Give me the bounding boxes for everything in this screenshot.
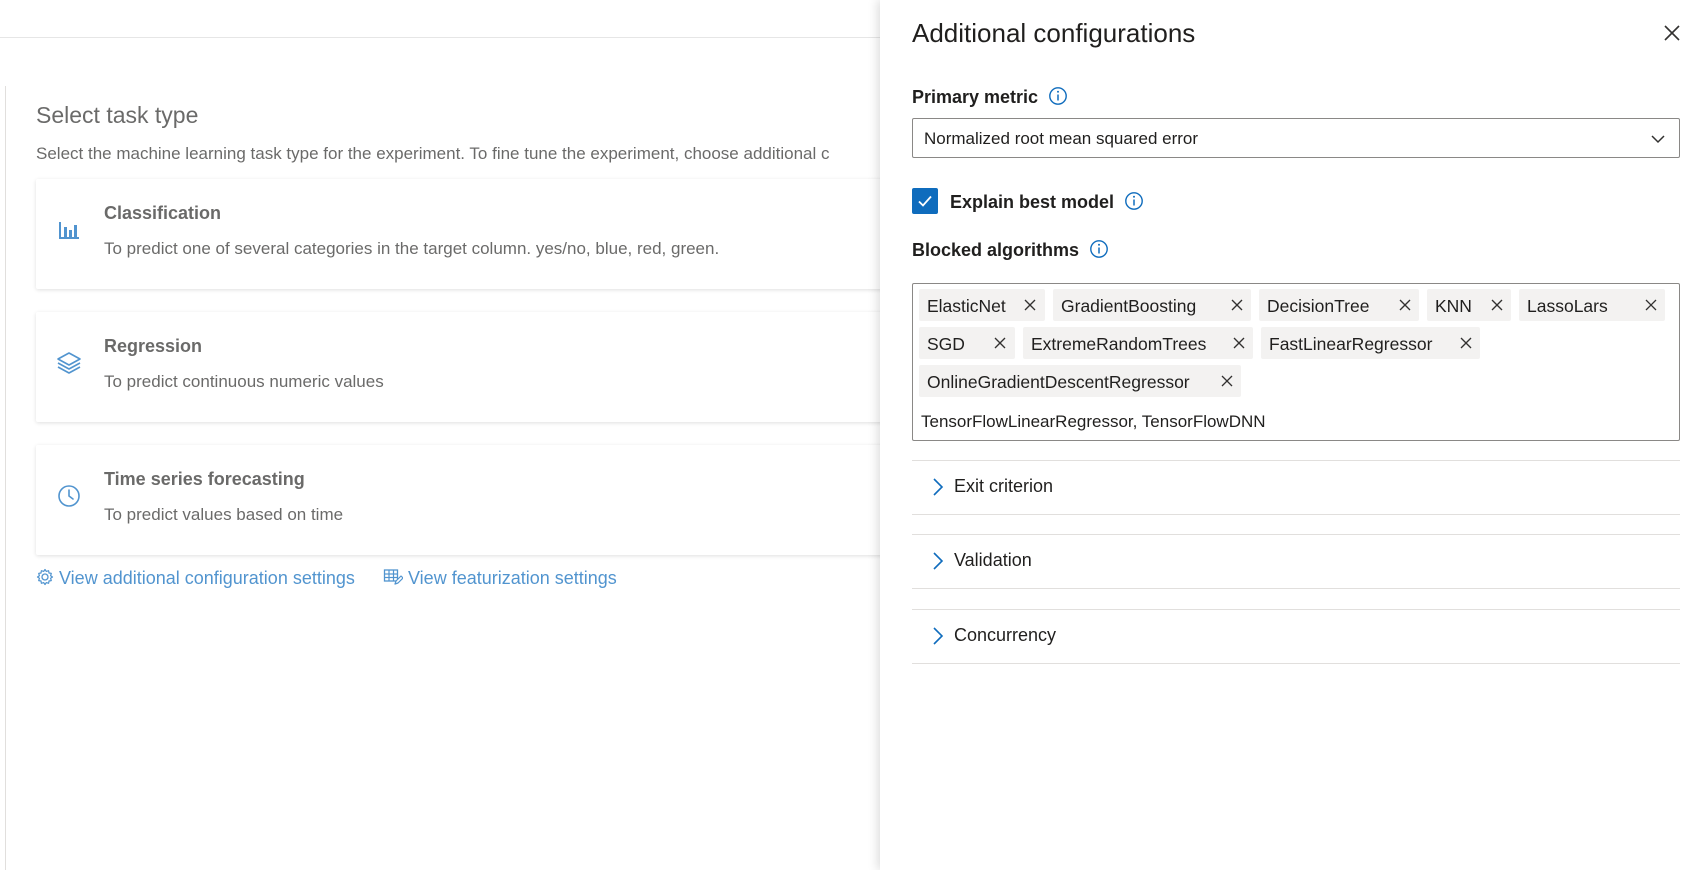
tag-label: ElasticNet	[927, 296, 1006, 316]
algorithm-tag-extremerandomtrees: ExtremeRandomTrees	[1023, 327, 1253, 359]
chevron-right-icon	[933, 478, 944, 496]
explain-best-model-label: Explain best model	[950, 191, 1144, 213]
task-title: Regression	[104, 336, 203, 356]
blocked-algorithms-label: Blocked algorithms	[912, 239, 1109, 261]
remove-tag-icon[interactable]	[1220, 374, 1234, 388]
explain-best-model-checkbox[interactable]	[912, 188, 938, 214]
task-title: Time series forecasting	[104, 469, 305, 489]
chevron-right-icon	[933, 552, 944, 570]
panel-title: Additional configurations	[912, 18, 1196, 48]
table-edit-icon	[383, 569, 404, 585]
link-label: View featurization settings	[408, 568, 617, 588]
algorithm-tag-lassolars: LassoLars	[1519, 289, 1665, 321]
exit-criterion-section[interactable]: Exit criterion	[912, 460, 1680, 515]
section-title: Select task type	[36, 102, 199, 128]
remove-tag-icon[interactable]	[1023, 298, 1037, 312]
tag-label: OnlineGradientDescentRegressor	[927, 372, 1190, 392]
algorithm-tag-fastlinearregressor: FastLinearRegressor	[1261, 327, 1480, 359]
checkbox-label-text: Explain best model	[950, 192, 1115, 212]
clock-icon	[58, 485, 80, 507]
tag-label: ExtremeRandomTrees	[1031, 334, 1207, 354]
view-additional-config-link[interactable]: View additional configuration settings	[36, 568, 355, 589]
task-card-classification[interactable]: Classification To predict one of several…	[36, 179, 886, 289]
info-icon[interactable]	[1089, 239, 1109, 259]
algorithm-search-input[interactable]: TensorFlowLinearRegressor, TensorFlowDNN	[921, 412, 1266, 432]
tag-label: GradientBoosting	[1061, 296, 1197, 316]
primary-metric-dropdown[interactable]: Normalized root mean squared error	[912, 118, 1680, 158]
remove-tag-icon[interactable]	[1232, 336, 1246, 350]
task-card-time-series[interactable]: Time series forecasting To predict value…	[36, 445, 886, 555]
layers-icon	[57, 352, 81, 374]
info-icon[interactable]	[1048, 86, 1068, 106]
remove-tag-icon[interactable]	[1459, 336, 1473, 350]
blocked-algorithms-picker[interactable]: ElasticNet GradientBoosting DecisionTree…	[912, 283, 1680, 441]
field-label-text: Primary metric	[912, 87, 1039, 107]
section-label: Exit criterion	[954, 476, 1054, 496]
tag-label: KNN	[1435, 296, 1472, 316]
bar-chart-icon	[59, 222, 79, 239]
task-title: Classification	[104, 203, 222, 223]
task-description: To predict one of several categories in …	[104, 239, 720, 258]
gear-icon	[36, 568, 54, 586]
info-icon[interactable]	[1124, 191, 1144, 211]
chevron-down-icon	[1651, 135, 1665, 144]
algorithm-tag-decisiontree: DecisionTree	[1259, 289, 1419, 321]
section-label: Validation	[954, 550, 1032, 570]
chevron-right-icon	[933, 627, 944, 645]
checkmark-icon	[918, 195, 932, 207]
algorithm-tag-gradientboosting: GradientBoosting	[1053, 289, 1251, 321]
link-label: View additional configuration settings	[59, 568, 355, 588]
left-divider	[5, 86, 6, 870]
view-featurization-link[interactable]: View featurization settings	[383, 568, 617, 589]
algorithm-tag-elasticnet: ElasticNet	[919, 289, 1045, 321]
additional-configurations-panel: Additional configurations Primary metric…	[880, 0, 1691, 870]
algorithm-tag-onlinegradientdescentregressor: OnlineGradientDescentRegressor	[919, 365, 1241, 397]
section-description: Select the machine learning task type fo…	[36, 144, 830, 163]
remove-tag-icon[interactable]	[1230, 298, 1244, 312]
close-icon[interactable]	[1659, 20, 1685, 46]
task-card-regression[interactable]: Regression To predict continuous numeric…	[36, 312, 886, 422]
primary-metric-label: Primary metric	[912, 86, 1068, 108]
section-label: Concurrency	[954, 625, 1057, 645]
task-description: To predict values based on time	[104, 505, 344, 524]
field-label-text: Blocked algorithms	[912, 240, 1080, 260]
task-description: To predict continuous numeric values	[104, 372, 384, 391]
header-divider	[0, 37, 880, 38]
tag-label: LassoLars	[1527, 296, 1608, 316]
tag-label: SGD	[927, 334, 965, 354]
remove-tag-icon[interactable]	[1644, 298, 1658, 312]
algorithm-tag-knn: KNN	[1427, 289, 1511, 321]
remove-tag-icon[interactable]	[1490, 298, 1504, 312]
validation-section[interactable]: Validation	[912, 534, 1680, 589]
dropdown-value: Normalized root mean squared error	[924, 129, 1199, 148]
tag-label: DecisionTree	[1267, 296, 1370, 316]
concurrency-section[interactable]: Concurrency	[912, 609, 1680, 664]
algorithm-tag-sgd: SGD	[919, 327, 1015, 359]
remove-tag-icon[interactable]	[993, 336, 1007, 350]
remove-tag-icon[interactable]	[1398, 298, 1412, 312]
tag-label: FastLinearRegressor	[1269, 334, 1433, 354]
